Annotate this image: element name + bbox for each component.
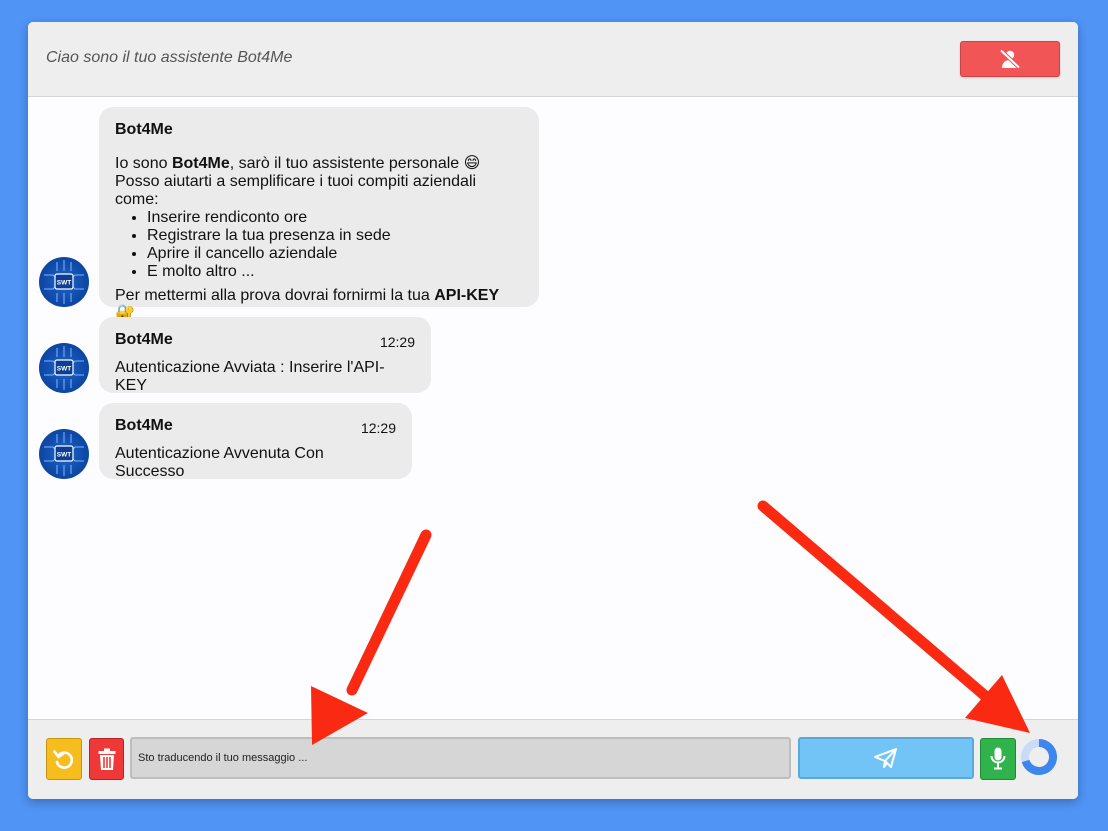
message-bubble: Bot4Me 12:29 Autenticazione Avviata : In… — [99, 317, 431, 394]
avatar: SWT — [39, 257, 89, 307]
message-intro: Io sono Bot4Me, sarò il tuo assistente p… — [115, 155, 481, 172]
chat-header: Ciao sono il tuo assistente Bot4Me — [28, 22, 1078, 97]
chat-footer — [28, 719, 1078, 799]
avatar: SWT — [39, 343, 89, 393]
paper-plane-icon — [874, 748, 897, 768]
chat-title: Ciao sono il tuo assistente Bot4Me — [46, 49, 293, 66]
capabilities-list: Inserire rendiconto ore Registrare la tu… — [115, 209, 523, 281]
microphone-icon — [990, 747, 1006, 770]
message-bubble: Bot4Me 12:29 Autenticazione Avvenuta Con… — [99, 403, 412, 480]
avatar: SWT — [39, 429, 89, 479]
message-text: Autenticazione Avvenuta Con Successo — [115, 445, 324, 480]
svg-text:SWT: SWT — [57, 280, 71, 287]
loading-spinner-icon — [1021, 739, 1057, 775]
message-input[interactable] — [130, 737, 791, 779]
svg-text:SWT: SWT — [57, 452, 71, 459]
message-sender: Bot4Me — [115, 417, 173, 434]
list-item: Registrare la tua presenza in sede — [147, 227, 523, 245]
undo-icon — [53, 750, 73, 769]
list-item: E molto altro ... — [147, 263, 523, 281]
mute-assistant-button[interactable] — [960, 41, 1060, 77]
message-time: 12:29 — [379, 334, 415, 350]
svg-text:SWT: SWT — [57, 366, 71, 373]
message-time: 12:29 — [360, 420, 396, 436]
message-bubble: Bot4Me Io sono Bot4Me, sarò il tuo assis… — [99, 107, 539, 322]
send-button[interactable] — [798, 737, 974, 779]
list-item: Aprire il cancello aziendale — [147, 245, 523, 263]
delete-button[interactable] — [89, 738, 124, 780]
microphone-button[interactable] — [980, 738, 1016, 780]
message-line: Posso aiutarti a semplificare i tuoi com… — [115, 173, 477, 208]
list-item: Inserire rendiconto ore — [147, 209, 523, 227]
undo-button[interactable] — [46, 738, 82, 780]
message-sender: Bot4Me — [115, 331, 173, 348]
chat-window: Ciao sono il tuo assistente Bot4Me SWT B… — [28, 22, 1078, 799]
message-text: Autenticazione Avviata : Inserire l'API-… — [115, 359, 385, 394]
trash-icon — [98, 748, 115, 770]
message-sender: Bot4Me — [115, 121, 173, 138]
user-slash-icon — [999, 49, 1021, 69]
